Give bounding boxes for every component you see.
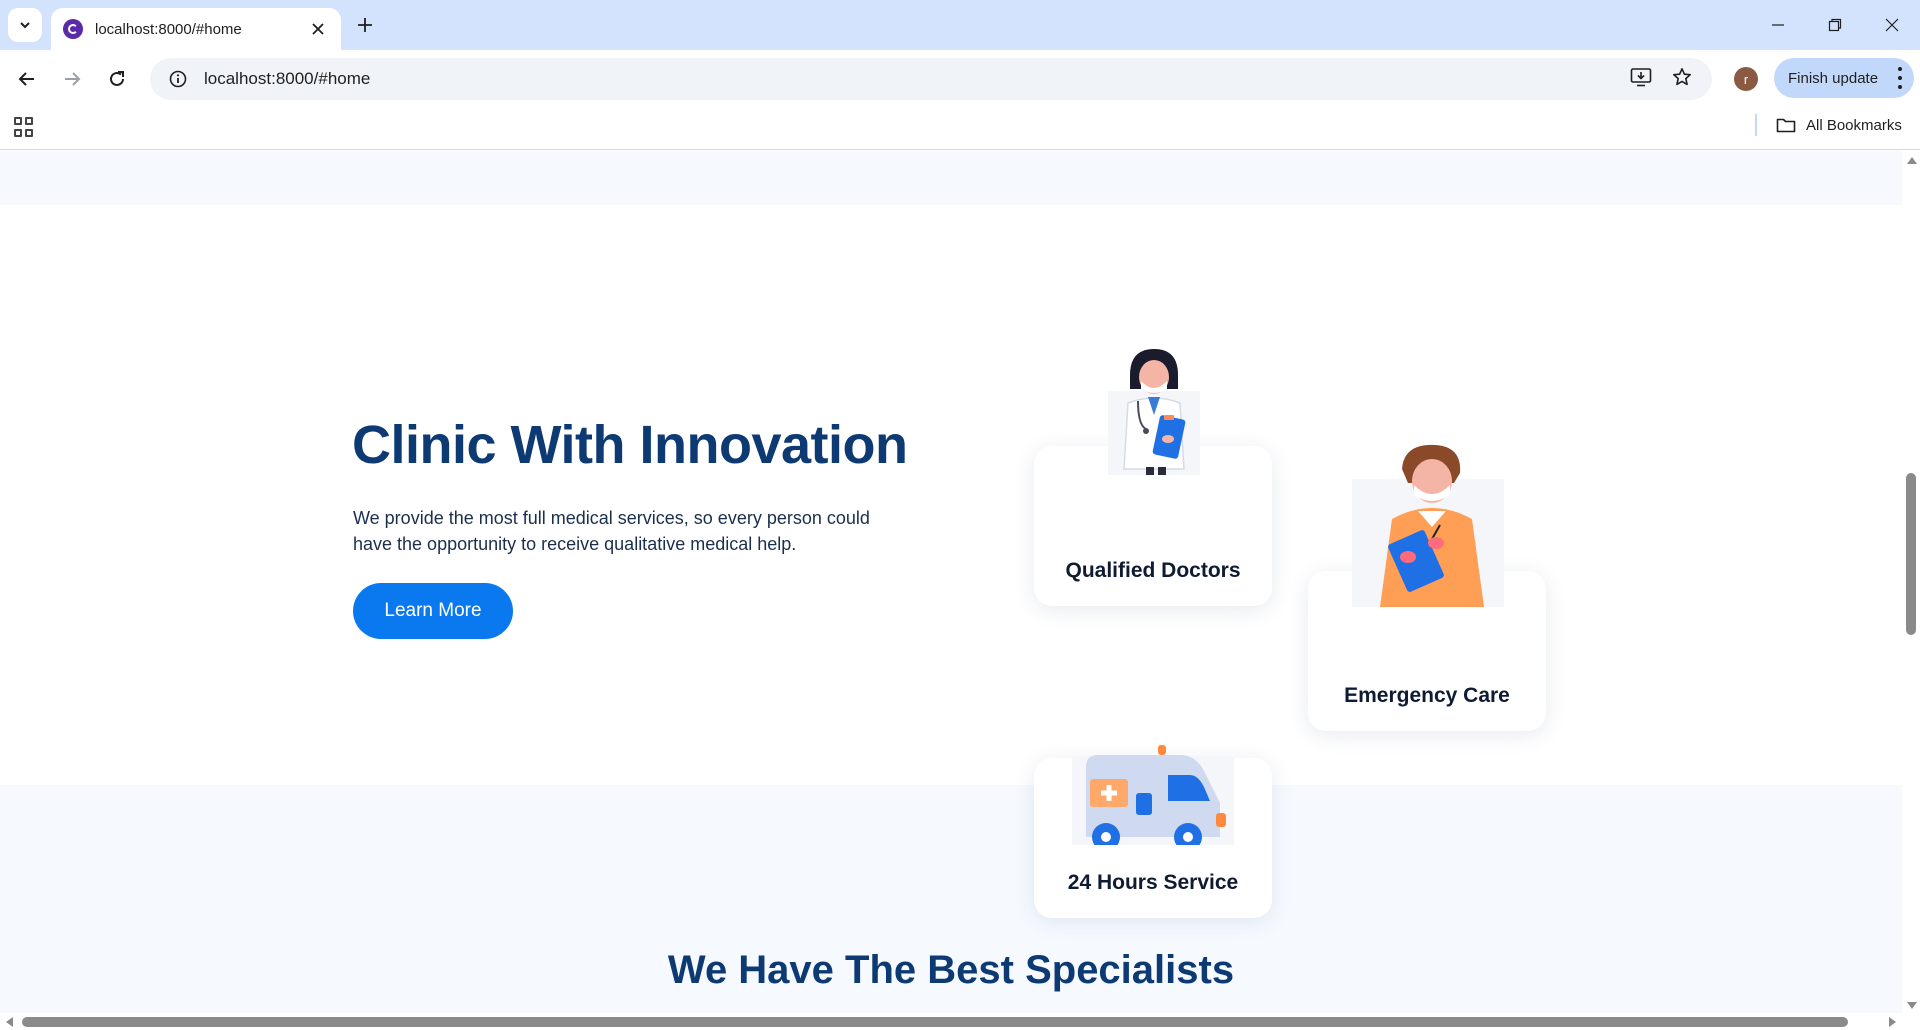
page-viewport: Clinic With Innovation We provide the mo… bbox=[0, 151, 1902, 1013]
close-icon bbox=[1885, 18, 1898, 32]
folder-icon bbox=[1776, 118, 1796, 133]
url-text[interactable]: localhost:8000/#home bbox=[204, 69, 1630, 89]
hero-description: We provide the most full medical service… bbox=[353, 508, 870, 554]
reload-icon bbox=[110, 71, 124, 86]
more-menu-icon bbox=[1898, 67, 1902, 89]
reload-button[interactable] bbox=[100, 62, 134, 96]
profile-avatar[interactable]: r bbox=[1734, 67, 1758, 91]
scroll-up-arrow-icon[interactable] bbox=[1907, 157, 1917, 164]
male-nurse-icon bbox=[1352, 444, 1504, 607]
vertical-scrollbar[interactable] bbox=[1902, 151, 1920, 1013]
bookmark-star-icon[interactable] bbox=[1672, 67, 1692, 92]
tab-title: localhost:8000/#home bbox=[95, 20, 242, 38]
tab-search-button[interactable] bbox=[8, 8, 42, 42]
scroll-left-arrow-icon[interactable] bbox=[6, 1017, 13, 1027]
new-tab-button[interactable] bbox=[352, 12, 378, 38]
site-favicon-icon bbox=[63, 19, 83, 39]
scroll-right-arrow-icon[interactable] bbox=[1889, 1017, 1896, 1027]
address-bar[interactable]: localhost:8000/#home bbox=[150, 58, 1712, 100]
scrollbar-corner bbox=[1902, 1013, 1920, 1030]
all-bookmarks-label: All Bookmarks bbox=[1806, 116, 1902, 134]
finish-update-button[interactable]: Finish update bbox=[1774, 58, 1914, 98]
finish-update-label: Finish update bbox=[1788, 69, 1879, 87]
browser-tab[interactable]: localhost:8000/#home bbox=[51, 8, 341, 50]
apps-grid-icon[interactable] bbox=[14, 117, 34, 137]
tab-close-icon[interactable] bbox=[307, 18, 329, 40]
chevron-down-icon bbox=[20, 22, 30, 29]
bookmarks-separator bbox=[1755, 114, 1757, 136]
specialists-section-title: We Have The Best Specialists bbox=[667, 948, 1235, 992]
close-window-button[interactable] bbox=[1863, 0, 1920, 50]
arrow-left-icon bbox=[18, 72, 34, 86]
restore-icon bbox=[1828, 18, 1841, 32]
tab-strip: localhost:8000/#home bbox=[0, 0, 1920, 50]
hero-title: Clinic With Innovation bbox=[352, 415, 908, 475]
install-app-icon[interactable] bbox=[1630, 67, 1652, 92]
profile-initial: r bbox=[1743, 71, 1749, 87]
window-controls bbox=[1749, 0, 1920, 50]
plus-icon bbox=[358, 18, 372, 32]
service-card-label: 24 Hours Service bbox=[1067, 871, 1239, 894]
learn-more-button[interactable]: Learn More bbox=[353, 583, 513, 639]
horizontal-scrollbar[interactable] bbox=[0, 1013, 1902, 1030]
hero-section: Clinic With Innovation We provide the mo… bbox=[0, 205, 1902, 918]
horizontal-scroll-thumb[interactable] bbox=[22, 1017, 1848, 1027]
service-card-label: Emergency Care bbox=[1344, 684, 1510, 707]
bookmarks-bar bbox=[0, 108, 1920, 150]
restore-button[interactable] bbox=[1806, 0, 1863, 50]
forward-button[interactable] bbox=[55, 62, 89, 96]
vertical-scroll-thumb[interactable] bbox=[1906, 473, 1916, 635]
all-bookmarks-button[interactable]: All Bookmarks bbox=[1776, 114, 1902, 136]
back-button[interactable] bbox=[10, 62, 44, 96]
female-doctor-icon bbox=[1108, 349, 1200, 475]
site-info-icon[interactable] bbox=[168, 69, 188, 89]
scroll-down-arrow-icon[interactable] bbox=[1907, 1002, 1917, 1009]
ambulance-icon bbox=[1072, 745, 1234, 845]
minimize-button[interactable] bbox=[1749, 0, 1806, 50]
service-card-label: Qualified Doctors bbox=[1065, 559, 1241, 582]
minimize-icon bbox=[1771, 24, 1784, 26]
arrow-right-icon bbox=[65, 72, 81, 86]
